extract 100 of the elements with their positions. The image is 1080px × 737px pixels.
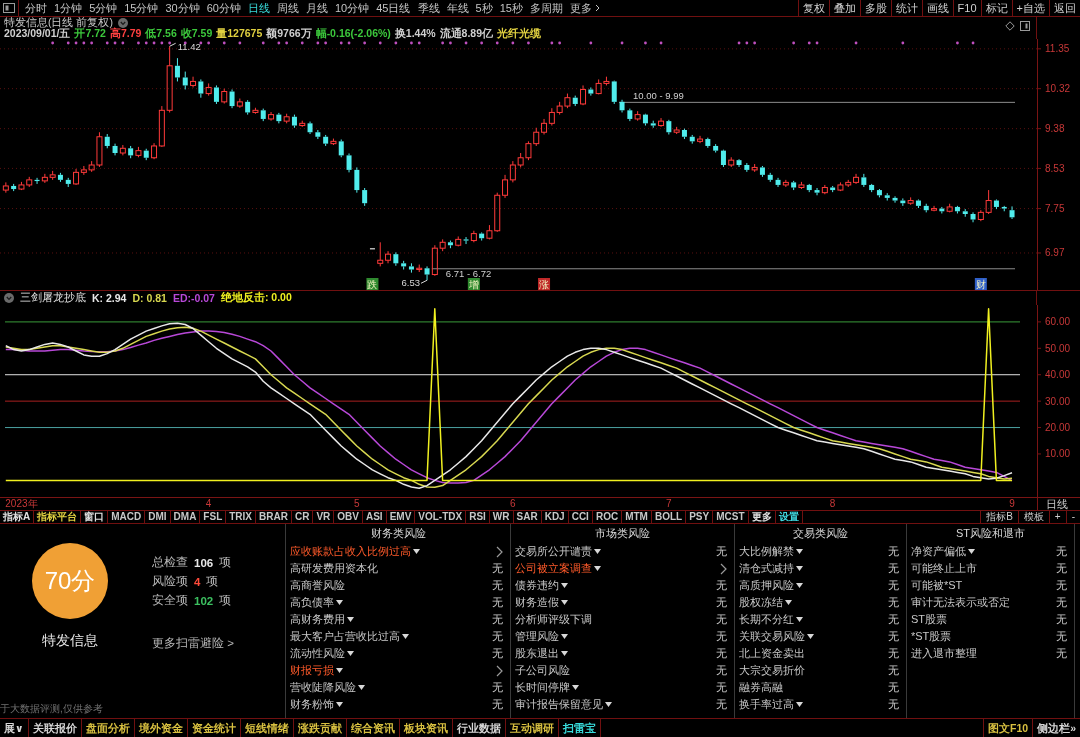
period-tab[interactable]: 季线 xyxy=(414,0,443,16)
event-tag[interactable]: 涨 xyxy=(538,278,551,290)
bottom-tab[interactable]: 资金统计 xyxy=(187,719,241,737)
toolbar-button[interactable]: 复权 xyxy=(797,0,829,16)
caret-icon[interactable] xyxy=(796,583,803,588)
period-tab[interactable]: 5秒 xyxy=(472,0,496,16)
bottom-tab[interactable]: 板块资讯 xyxy=(399,719,453,737)
dropdown-icon[interactable] xyxy=(117,17,128,28)
caret-icon[interactable] xyxy=(796,566,803,571)
indicator-tab[interactable]: OBV xyxy=(334,511,363,523)
risk-item[interactable]: 长时间停牌 xyxy=(515,680,570,695)
indicator-tab[interactable]: 设置 xyxy=(775,511,803,523)
caret-icon[interactable] xyxy=(561,600,568,605)
period-tab[interactable]: 年线 xyxy=(443,0,472,16)
risk-item[interactable]: 公司被立案调查 xyxy=(515,561,592,576)
indicator-tab[interactable]: VOL-TDX xyxy=(415,511,467,523)
dropdown-icon[interactable] xyxy=(4,293,14,303)
indicator-tab[interactable]: CCI xyxy=(568,511,593,523)
caret-icon[interactable] xyxy=(561,583,568,588)
bottom-tab[interactable]: 盘面分析 xyxy=(81,719,135,737)
caret-icon[interactable] xyxy=(347,617,354,622)
toolbar-button[interactable]: 多股 xyxy=(859,0,891,16)
period-tab[interactable]: 15秒 xyxy=(496,0,526,16)
indicator-tab[interactable]: 窗口 xyxy=(81,511,109,523)
risk-item[interactable]: 审计无法表示或否定 xyxy=(911,595,1010,610)
caret-icon[interactable] xyxy=(796,702,803,707)
bottom-tab[interactable]: 关联报价 xyxy=(28,719,82,737)
indicator-tab[interactable]: TRIX xyxy=(226,511,257,523)
indicator-tab[interactable]: SAR xyxy=(513,511,542,523)
caret-icon[interactable] xyxy=(605,702,612,707)
period-tab[interactable]: 月线 xyxy=(303,0,331,16)
diamond-icon[interactable] xyxy=(1005,21,1015,31)
indicator-tab[interactable]: + xyxy=(1048,511,1066,523)
caret-icon[interactable] xyxy=(336,668,343,673)
risk-item[interactable]: 管理风险 xyxy=(515,629,559,644)
indicator-tab[interactable]: EMV xyxy=(386,511,416,523)
risk-item[interactable]: 股权冻结 xyxy=(739,595,783,610)
risk-item[interactable]: 高财务费用 xyxy=(290,612,345,627)
risk-item[interactable]: 子公司风险 xyxy=(515,663,570,678)
caret-icon[interactable] xyxy=(796,549,803,554)
indicator-tab[interactable]: DMI xyxy=(145,511,171,523)
risk-item[interactable]: 应收账款占收入比例过高 xyxy=(290,544,411,559)
chevron-icon[interactable] xyxy=(496,545,503,558)
caret-icon[interactable] xyxy=(785,600,792,605)
indicator-tab[interactable]: WR xyxy=(489,511,514,523)
risk-item[interactable]: 长期不分红 xyxy=(739,612,794,627)
caret-icon[interactable] xyxy=(807,634,814,639)
period-tab[interactable]: 15分钟 xyxy=(121,0,162,16)
more-button[interactable]: 更多 xyxy=(566,0,603,16)
indicator-tab[interactable]: CR xyxy=(291,511,314,523)
indicator-tab[interactable]: ASI xyxy=(362,511,387,523)
risk-item[interactable]: 融券高融 xyxy=(739,680,783,695)
caret-icon[interactable] xyxy=(968,549,975,554)
period-tab[interactable]: 周线 xyxy=(274,0,302,16)
indicator-tab[interactable]: BOLL xyxy=(651,511,687,523)
risk-item[interactable]: 审计报告保留意见 xyxy=(515,697,603,712)
risk-item[interactable]: 可能终止上市 xyxy=(911,561,977,576)
indicator-tab[interactable]: MCST xyxy=(713,511,749,523)
window-icon[interactable] xyxy=(3,3,15,13)
chevron-icon[interactable] xyxy=(496,664,503,677)
indicator-tab[interactable]: 更多 xyxy=(748,511,776,523)
panel-button[interactable]: 侧边栏» xyxy=(1032,719,1080,737)
bottom-tab[interactable]: 涨跌贡献 xyxy=(293,719,347,737)
period-tab[interactable]: 45日线 xyxy=(373,0,414,16)
risk-item[interactable]: 债券违约 xyxy=(515,578,559,593)
bottom-tab[interactable]: 展∨ xyxy=(0,719,29,737)
indicator-tab[interactable]: 指标B xyxy=(980,511,1018,523)
event-tag[interactable]: 跌 xyxy=(366,278,379,290)
toolbar-button[interactable]: +自选 xyxy=(1011,0,1049,16)
risk-item[interactable]: 可能被*ST xyxy=(911,578,963,593)
indicator-tab[interactable]: MTM xyxy=(622,511,652,523)
bottom-tab[interactable]: 境外资金 xyxy=(134,719,188,737)
risk-item[interactable]: 高商誉风险 xyxy=(290,578,345,593)
caret-icon[interactable] xyxy=(572,685,579,690)
period-tab[interactable]: 分时 xyxy=(22,0,50,16)
bottom-tab[interactable]: 扫雷宝 xyxy=(558,719,601,737)
bottom-tab[interactable]: 行业数据 xyxy=(452,719,506,737)
caret-icon[interactable] xyxy=(336,702,343,707)
period-tab[interactable]: 多周期 xyxy=(526,0,566,16)
indicator-tab[interactable]: MACD xyxy=(108,511,146,523)
caret-icon[interactable] xyxy=(358,685,365,690)
caret-icon[interactable] xyxy=(413,549,420,554)
more-link[interactable]: 更多扫雷避险 > xyxy=(152,636,234,651)
toolbar-button[interactable]: 返回 xyxy=(1049,0,1080,16)
toolbar-button[interactable]: F10 xyxy=(952,0,981,16)
period-tab[interactable]: 60分钟 xyxy=(203,0,244,16)
toolbar-button[interactable]: 统计 xyxy=(890,0,922,16)
indicator-tab[interactable]: 指标平台 xyxy=(34,511,82,523)
indicator-tab[interactable]: ROC xyxy=(592,511,623,523)
risk-item[interactable]: 财报亏损 xyxy=(290,663,334,678)
risk-item[interactable]: 进入退市整理 xyxy=(911,646,977,661)
bottom-tab[interactable]: 综合资讯 xyxy=(346,719,400,737)
indicator-tab[interactable]: VR xyxy=(313,511,335,523)
indicator-tab[interactable]: KDJ xyxy=(541,511,569,523)
risk-item[interactable]: 财务粉饰 xyxy=(290,697,334,712)
risk-item[interactable]: 交易所公开谴责 xyxy=(515,544,592,559)
caret-icon[interactable] xyxy=(796,617,803,622)
caret-icon[interactable] xyxy=(561,651,568,656)
indicator-tab[interactable]: - xyxy=(1065,511,1080,523)
risk-item[interactable]: 最大客户占营收比过高 xyxy=(290,629,400,644)
